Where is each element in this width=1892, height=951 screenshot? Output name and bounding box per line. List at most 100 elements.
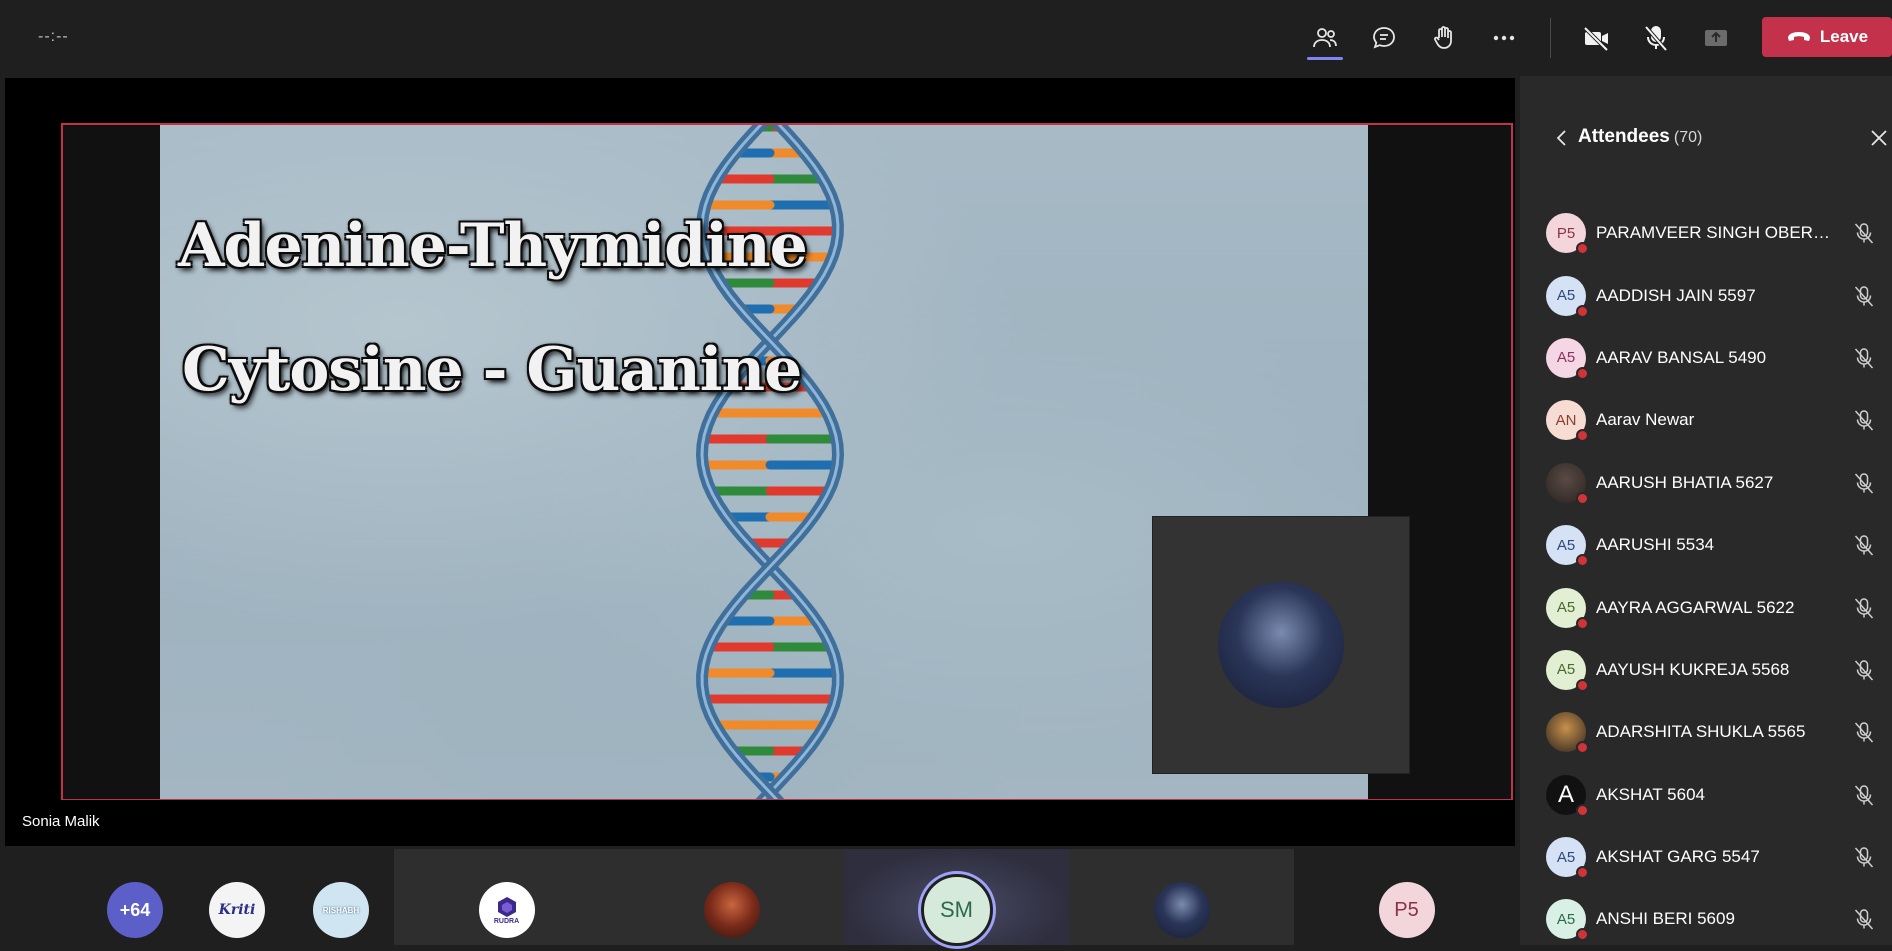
- chevron-left-icon: [1556, 130, 1566, 146]
- attendee-name: AKSHAT GARG 5547: [1596, 847, 1760, 867]
- attendee-row[interactable]: ADARSHITA SHUKLA 5565: [1520, 701, 1892, 763]
- status-dot: [1576, 429, 1589, 443]
- participant-logo: RUDRA: [478, 882, 535, 938]
- panel-title: Attendees (70): [1578, 126, 1702, 148]
- attendee-avatar: A5: [1546, 337, 1589, 380]
- participant-logo: RISHABH: [313, 882, 369, 938]
- more-options-button[interactable]: [1482, 18, 1526, 58]
- participant-gallery: +64 Kriti RISHABH RUDRA SM P5: [5, 849, 1515, 946]
- mic-off-icon: [1854, 348, 1874, 369]
- status-dot: [1576, 866, 1589, 880]
- share-button[interactable]: [1694, 18, 1738, 58]
- attendee-avatar: P5: [1546, 213, 1589, 256]
- attendee-name: PARAMVEER SINGH OBEROY ...: [1596, 223, 1836, 243]
- overflow-count: +64: [107, 882, 163, 938]
- people-button[interactable]: [1303, 18, 1347, 60]
- back-button[interactable]: [1550, 126, 1572, 150]
- attendee-name: AARUSHI 5534: [1596, 535, 1715, 555]
- participant-photo: [703, 882, 760, 938]
- attendee-avatar: A5: [1546, 837, 1589, 880]
- slide-heading-1: Adenine-Thymidine: [178, 211, 808, 281]
- attendee-avatar: A5: [1546, 587, 1589, 630]
- meeting-stage: Adenine-Thymidine Cytosine - Guanine Son…: [5, 78, 1515, 846]
- attendee-row[interactable]: A5 AARAV BANSAL 5490: [1520, 327, 1892, 389]
- attendee-initials: A5: [1556, 287, 1576, 305]
- attendee-row[interactable]: AN Aarav Newar: [1520, 389, 1892, 451]
- participant-tile[interactable]: [1069, 849, 1294, 945]
- toolbar-divider: [1550, 18, 1551, 58]
- participant-tile[interactable]: RISHABH: [311, 849, 371, 945]
- attendee-name: ADARSHITA SHUKLA 5565: [1596, 722, 1806, 742]
- participant-logo: Kriti: [209, 882, 265, 938]
- status-dot: [1576, 741, 1589, 755]
- attendee-row[interactable]: A5 AKSHAT GARG 5547: [1520, 826, 1892, 888]
- close-panel-button[interactable]: [1866, 125, 1892, 151]
- attendee-name: ANSHI BERI 5609: [1596, 909, 1735, 929]
- status-dot: [1576, 928, 1589, 942]
- status-dot: [1576, 366, 1589, 380]
- status-dot: [1576, 554, 1589, 568]
- rudra-logo-icon: [497, 896, 516, 917]
- attendee-row[interactable]: AARUSH BHATIA 5627: [1520, 452, 1892, 514]
- attendee-row[interactable]: A5 ANSHI BERI 5609: [1520, 888, 1892, 950]
- attendees-panel: Attendees (70) P5 PARAMVEER SINGH OBEROY .…: [1520, 76, 1892, 945]
- status-dot: [1576, 304, 1589, 318]
- attendee-initials: A5: [1556, 661, 1576, 679]
- presenter-label: Sonia Malik: [5, 800, 1515, 844]
- self-avatar: [1218, 582, 1344, 708]
- attendee-name: AARAV BANSAL 5490: [1596, 347, 1767, 367]
- attendee-name: Aarav Newar: [1596, 410, 1695, 430]
- attendee-row[interactable]: A5 AADDISH JAIN 5597: [1520, 264, 1892, 326]
- attendee-row[interactable]: P5 PARAMVEER SINGH OBEROY ...: [1520, 202, 1892, 264]
- logo-text: RISHABH: [322, 905, 360, 915]
- chat-button[interactable]: [1362, 18, 1406, 58]
- presenter-name: Sonia Malik: [22, 813, 100, 830]
- meeting-toolbar: --:-- Leave: [0, 0, 1892, 76]
- overflow-participants[interactable]: +64: [105, 849, 165, 945]
- raise-hand-button[interactable]: [1422, 18, 1466, 58]
- status-dot: [1576, 491, 1589, 505]
- participant-tile[interactable]: RUDRA: [394, 849, 619, 945]
- participant-initials: P5: [1378, 882, 1435, 938]
- participant-tile[interactable]: Kriti: [207, 849, 267, 945]
- attendee-initials: A: [1557, 780, 1574, 808]
- close-icon: [1871, 130, 1887, 146]
- attendee-avatar: AN: [1546, 400, 1589, 443]
- attendee-initials: A5: [1556, 599, 1576, 617]
- attendee-row[interactable]: A5 AAYUSH KUKREJA 5568: [1520, 639, 1892, 701]
- mic-button[interactable]: [1634, 18, 1678, 58]
- panel-title-text: Attendees: [1578, 126, 1670, 147]
- attendee-list: P5 PARAMVEER SINGH OBEROY ... A5 AADDISH JA…: [1520, 202, 1892, 951]
- attendee-initials: A5: [1556, 910, 1576, 928]
- attendee-name: AAYUSH KUKREJA 5568: [1596, 659, 1790, 679]
- status-dot: [1576, 242, 1589, 256]
- attendee-row[interactable]: A5 AARUSHI 5534: [1520, 514, 1892, 576]
- attendee-initials: A5: [1556, 536, 1576, 554]
- phone-hangup-icon: [1787, 32, 1810, 41]
- participant-tile[interactable]: [619, 849, 844, 945]
- share-tray-icon: [1705, 30, 1727, 46]
- participant-tile[interactable]: P5: [1294, 849, 1519, 945]
- mic-off-icon: [1854, 597, 1874, 619]
- participant-initials: SM: [920, 874, 993, 946]
- mic-off-icon: [1854, 784, 1874, 806]
- camera-off-icon: [1583, 26, 1609, 52]
- leave-button[interactable]: Leave: [1762, 17, 1892, 57]
- participant-photo: [1153, 882, 1210, 938]
- attendee-initials: AN: [1555, 411, 1577, 429]
- slide-heading-2: Cytosine - Guanine: [182, 335, 802, 405]
- hand-icon: [1434, 26, 1452, 49]
- attendee-name: AADDISH JAIN 5597: [1596, 285, 1756, 305]
- logo-text: RUDRA: [493, 917, 520, 925]
- attendee-row[interactable]: A5 AAYRA AGGARWAL 5622: [1520, 576, 1892, 638]
- mic-off-icon: [1854, 410, 1874, 431]
- attendee-count: (70): [1673, 129, 1703, 146]
- logo-text: Kriti: [218, 902, 256, 918]
- attendee-avatar: [1546, 712, 1589, 755]
- self-video-tile[interactable]: [1152, 516, 1410, 774]
- attendee-row[interactable]: A AKSHAT 5604: [1520, 764, 1892, 826]
- attendee-initials: P5: [1556, 224, 1576, 242]
- camera-button[interactable]: [1574, 18, 1618, 58]
- active-speaker-tile[interactable]: SM: [844, 849, 1069, 946]
- attendee-avatar: A5: [1546, 525, 1589, 568]
